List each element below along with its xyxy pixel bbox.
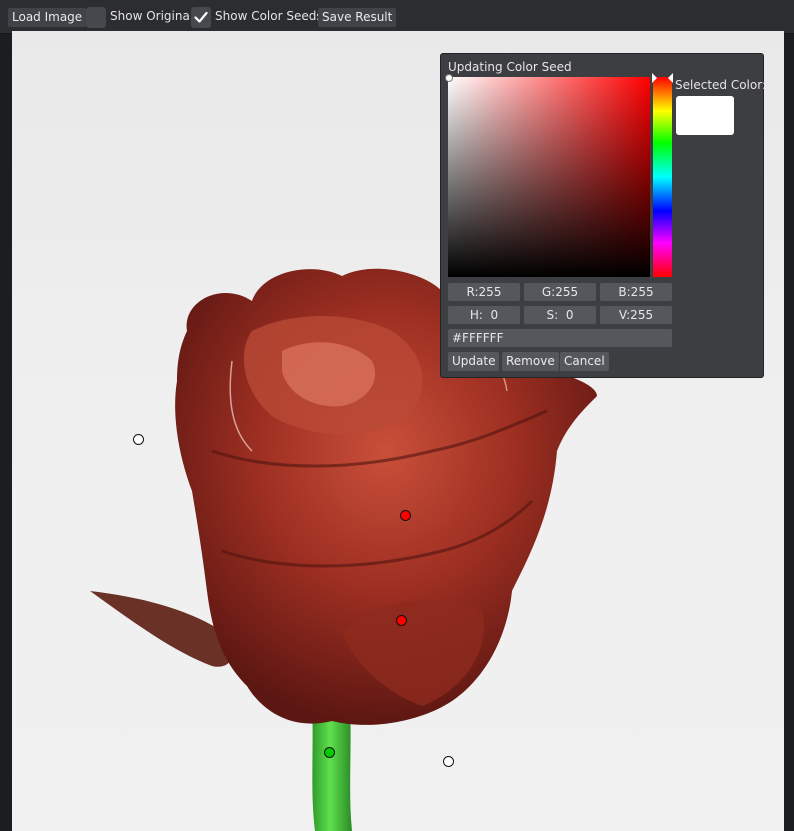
color-seed-marker[interactable] — [400, 510, 411, 521]
color-seed-marker[interactable] — [133, 434, 144, 445]
show-color-seeds-label: Show Color Seeds — [215, 9, 323, 23]
color-seed-dialog: Updating Color Seed Selected Color: R:25… — [440, 53, 766, 378]
toolbar: Load Image Show Original Show Color Seed… — [0, 0, 794, 34]
blue-field[interactable]: B:255 — [600, 283, 672, 301]
load-image-button[interactable]: Load Image — [8, 8, 87, 27]
hue-marker-left[interactable] — [652, 73, 657, 83]
hex-input[interactable]: #FFFFFF — [448, 329, 672, 347]
show-original-label: Show Original — [110, 9, 194, 23]
picker-handle[interactable] — [445, 74, 453, 82]
dialog-title: Updating Color Seed — [448, 60, 572, 74]
cancel-button[interactable]: Cancel — [560, 352, 609, 371]
saturation-field[interactable]: S: 0 — [524, 306, 596, 324]
red-field[interactable]: R:255 — [448, 283, 520, 301]
color-seed-marker[interactable] — [324, 747, 335, 758]
hue-slider[interactable] — [652, 73, 673, 277]
selected-color-label: Selected Color: — [675, 78, 766, 92]
hue-marker-right[interactable] — [668, 73, 673, 83]
remove-button[interactable]: Remove — [502, 352, 559, 371]
checkmark-icon — [194, 11, 208, 23]
green-field[interactable]: G:255 — [524, 283, 596, 301]
selected-color-swatch — [676, 96, 734, 135]
save-result-button[interactable]: Save Result — [318, 8, 397, 27]
update-button[interactable]: Update — [448, 352, 500, 371]
color-seed-marker[interactable] — [396, 615, 407, 626]
checkbox-box[interactable] — [86, 7, 106, 28]
saturation-value-picker[interactable] — [445, 74, 650, 277]
hue-field[interactable]: H: 0 — [448, 306, 520, 324]
color-seed-marker[interactable] — [443, 756, 454, 767]
value-field[interactable]: V:255 — [600, 306, 672, 324]
checkbox-box[interactable] — [191, 7, 211, 28]
